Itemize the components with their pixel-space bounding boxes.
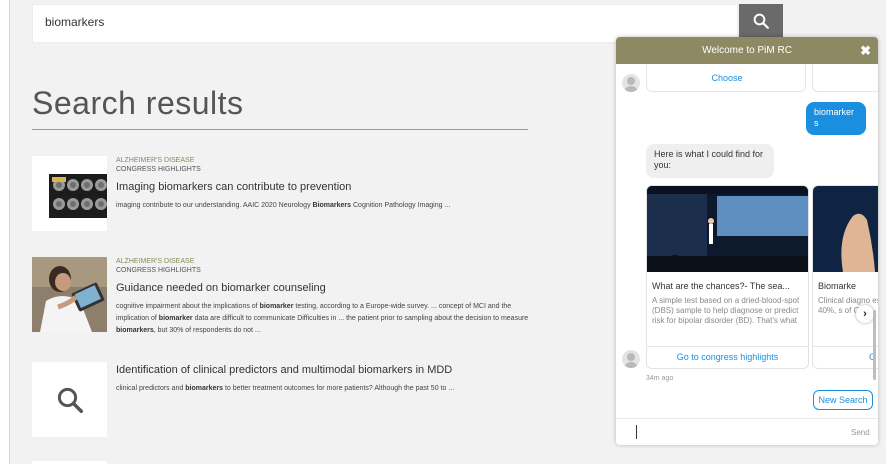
bot-avatar-icon [622, 350, 640, 368]
chat-widget: Welcome to PiM RC ✖ Choose biomarkers He… [616, 37, 878, 445]
result-category: ALZHEIMER'S DISEASE [116, 157, 195, 164]
result-title-link[interactable]: Identification of clinical predictors an… [116, 363, 536, 377]
chat-title: Welcome to PiM RC [702, 45, 792, 56]
search-button[interactable] [739, 4, 783, 37]
card-image-conference [647, 186, 808, 272]
close-icon[interactable]: ✖ [860, 43, 871, 59]
snippet-keyword: Biomarkers [312, 202, 352, 209]
snippet-text: imaging contribute to our understanding.… [116, 202, 313, 209]
go-to-congress-highlights-link[interactable]: Go to congress highlights [647, 352, 808, 362]
new-search-button[interactable]: New Search [813, 390, 873, 410]
result-thumbnail-doctor-tablet[interactable] [32, 257, 107, 332]
result-subcategory: CONGRESS HIGHLIGHTS [116, 166, 201, 173]
previous-card [812, 64, 878, 92]
result-snippet: clinical predictors and biomarkers to be… [116, 383, 536, 395]
result-card[interactable]: Biomarke Clinical diagno especially for … [812, 185, 878, 369]
card-title: What are the chances?- The sea... [652, 281, 790, 291]
page-title: Search results [32, 85, 244, 121]
snippet-text: clinical predictors and [116, 385, 186, 392]
result-title-link[interactable]: Imaging biomarkers can contribute to pre… [116, 180, 536, 194]
card-divider [647, 346, 808, 347]
chat-scrollbar[interactable] [873, 310, 876, 380]
chat-messages[interactable]: Choose biomarkers Here is what I could f… [616, 64, 878, 418]
result-thumbnail-placeholder[interactable] [32, 362, 107, 437]
search-input[interactable] [45, 15, 545, 29]
card-divider [813, 346, 878, 347]
snippet-text: data are difficult to communicate Diffic… [192, 315, 529, 322]
snippet-keyword: biomarker [158, 315, 193, 322]
snippet-text: to better treatment outcomes for more pa… [223, 385, 455, 392]
bot-avatar-icon [622, 74, 640, 92]
result-category: ALZHEIMER'S DISEASE [116, 258, 195, 265]
card-title: Biomarke [818, 281, 857, 291]
bot-message-bubble: Here is what I could find for you: [646, 144, 774, 178]
snippet-keyword: biomarker [259, 303, 294, 310]
title-divider [32, 129, 528, 130]
result-thumbnail-brain-scans[interactable] [32, 156, 107, 231]
choose-link[interactable]: Choose [647, 73, 807, 83]
result-subcategory: CONGRESS HIGHLIGHTS [116, 267, 201, 274]
search-icon [57, 387, 83, 413]
send-button[interactable]: Send [851, 428, 870, 437]
previous-card: Choose [646, 64, 806, 92]
card-link[interactable]: G [813, 352, 878, 362]
search-icon [753, 13, 769, 29]
result-title-link[interactable]: Guidance needed on biomarker counseling [116, 281, 536, 295]
snippet-text: cognitive impairment about the implicati… [116, 303, 260, 310]
snippet-keyword: biomarkers [116, 327, 154, 334]
chat-message-input[interactable] [636, 425, 826, 439]
result-card[interactable]: What are the chances?- The sea... A simp… [646, 185, 809, 369]
result-snippet: cognitive impairment about the implicati… [116, 301, 536, 337]
snippet-keyword: biomarkers [185, 385, 224, 392]
chat-input-bar: Send [616, 418, 878, 445]
card-description: A simple test based on a dried-blood-spo… [652, 296, 800, 325]
snippet-text: , but 30% of respondents do not ... [153, 327, 261, 334]
message-timestamp: 34m ago [646, 375, 674, 382]
snippet-text: Cognition Pathology Imaging ... [351, 202, 451, 209]
user-message-bubble: biomarkers [806, 102, 866, 135]
card-image-hand [813, 186, 878, 272]
chat-header: Welcome to PiM RC ✖ [616, 37, 878, 64]
chevron-right-icon[interactable]: › [856, 305, 874, 323]
result-snippet: imaging contribute to our understanding.… [116, 200, 536, 212]
